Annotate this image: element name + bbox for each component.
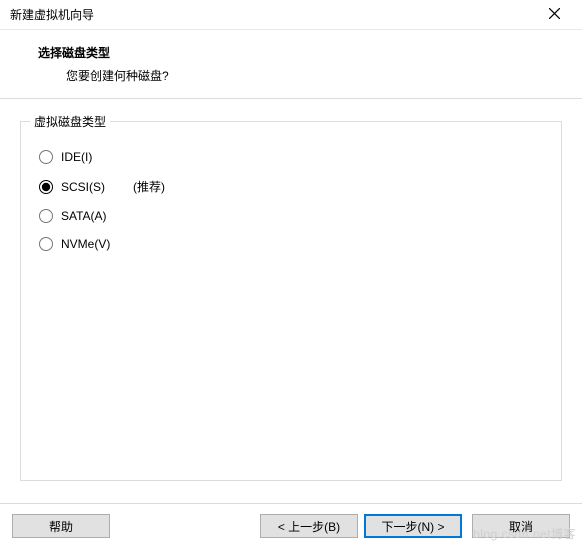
close-button[interactable] (534, 0, 574, 29)
page-subtitle: 您要创建何种磁盘? (38, 61, 582, 84)
radio-option-scsi[interactable]: SCSI(S) (推荐) (39, 178, 543, 195)
wizard-footer: 帮助 < 上一步(B) 下一步(N) > 取消 (0, 503, 582, 550)
radio-label: IDE(I) (61, 150, 92, 164)
next-button[interactable]: 下一步(N) > (364, 514, 462, 538)
radio-input-nvme[interactable] (39, 237, 53, 251)
radio-recommended: (推荐) (133, 178, 165, 195)
page-title: 选择磁盘类型 (38, 44, 582, 61)
window-title: 新建虚拟机向导 (10, 6, 534, 23)
radio-label: SATA(A) (61, 209, 107, 223)
cancel-button[interactable]: 取消 (472, 514, 570, 538)
fieldset-legend: 虚拟磁盘类型 (30, 113, 110, 130)
nav-button-group: < 上一步(B) 下一步(N) > (260, 514, 462, 538)
radio-input-ide[interactable] (39, 150, 53, 164)
close-icon (549, 8, 560, 22)
wizard-header: 选择磁盘类型 您要创建何种磁盘? (0, 30, 582, 99)
radio-label: SCSI(S) (61, 180, 105, 194)
help-button[interactable]: 帮助 (12, 514, 110, 538)
titlebar: 新建虚拟机向导 (0, 0, 582, 30)
wizard-content: 虚拟磁盘类型 IDE(I) SCSI(S) (推荐) SATA(A) NVMe(… (0, 99, 582, 503)
back-button[interactable]: < 上一步(B) (260, 514, 358, 538)
radio-input-sata[interactable] (39, 209, 53, 223)
radio-option-nvme[interactable]: NVMe(V) (39, 237, 543, 251)
disk-type-fieldset: 虚拟磁盘类型 IDE(I) SCSI(S) (推荐) SATA(A) NVMe(… (20, 121, 562, 481)
wizard-window: 新建虚拟机向导 选择磁盘类型 您要创建何种磁盘? 虚拟磁盘类型 IDE(I) (0, 0, 582, 550)
radio-option-sata[interactable]: SATA(A) (39, 209, 543, 223)
radio-label: NVMe(V) (61, 237, 110, 251)
radio-input-scsi[interactable] (39, 180, 53, 194)
radio-option-ide[interactable]: IDE(I) (39, 150, 543, 164)
